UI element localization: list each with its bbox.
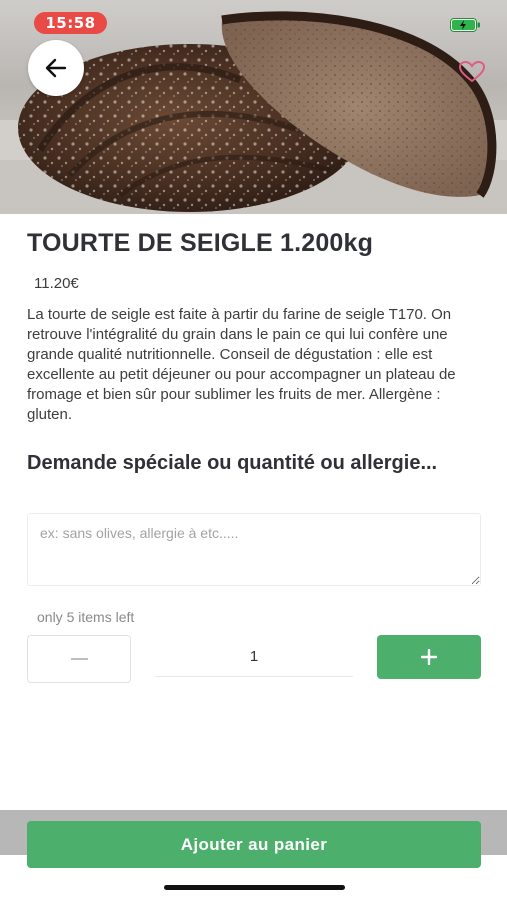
increase-quantity-button[interactable] [377,635,481,679]
plus-icon [421,649,437,665]
status-time: 15:58 [34,12,107,34]
back-button[interactable] [28,40,84,96]
product-title: TOURTE DE SEIGLE 1.200kg [27,229,374,257]
stock-notice: only 5 items left [37,609,135,625]
decrease-quantity-button[interactable] [27,635,131,683]
status-bar: 15:58 [0,0,507,46]
heart-outline-icon [458,60,486,83]
product-price: 11.20€ [34,275,79,292]
favorite-button[interactable] [458,60,486,89]
quantity-input[interactable] [155,637,353,677]
minus-icon [70,658,88,660]
add-to-cart-button[interactable]: Ajouter au panier [27,821,481,868]
home-indicator[interactable] [164,885,345,890]
special-request-input[interactable] [27,513,481,586]
arrow-left-icon [45,58,67,78]
special-request-heading: Demande spéciale ou quantité ou allergie… [27,452,438,474]
battery-charging-icon [450,18,482,37]
product-description: La tourte de seigle est faite à partir d… [27,306,456,423]
